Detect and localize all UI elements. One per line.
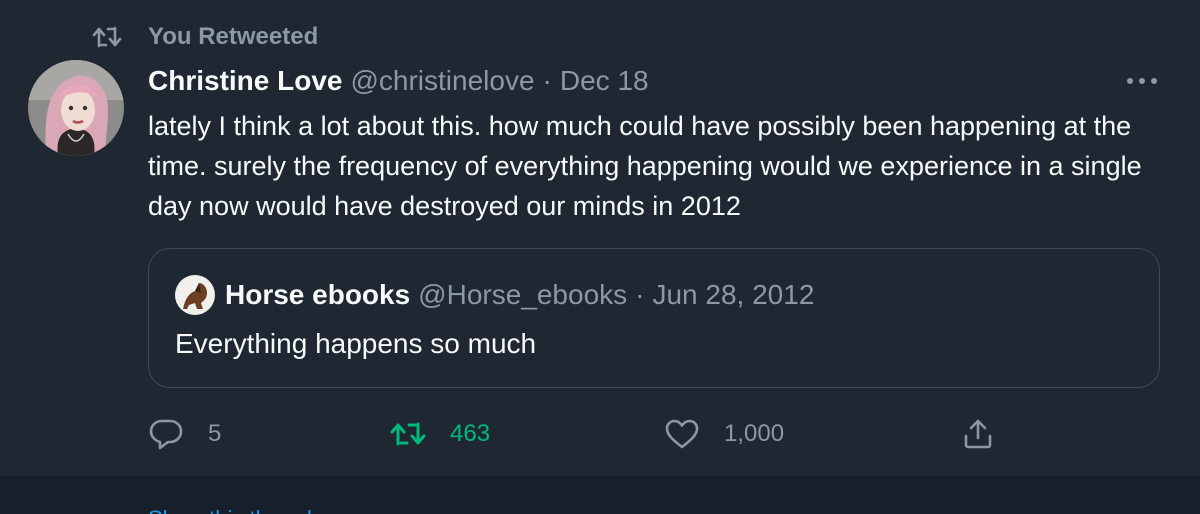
author-name[interactable]: Christine Love bbox=[148, 65, 342, 97]
timeline: You Retweeted Christine Love @christinel… bbox=[0, 0, 1200, 514]
share-button[interactable] bbox=[958, 410, 998, 458]
quoted-author-avatar[interactable] bbox=[175, 275, 215, 315]
reply-count: 5 bbox=[208, 420, 222, 447]
retweet-button[interactable]: 463 bbox=[388, 410, 490, 458]
show-thread-row: Show this thread bbox=[0, 476, 1200, 514]
like-button[interactable]: 1,000 bbox=[662, 410, 784, 458]
retweet-header: You Retweeted bbox=[90, 20, 318, 54]
quoted-author-handle[interactable]: @Horse_ebooks bbox=[418, 279, 627, 311]
tweet-text: lately I think a lot about this. how muc… bbox=[148, 111, 1142, 221]
quoted-separator-dot: · bbox=[635, 279, 645, 310]
retweet-count: 463 bbox=[450, 420, 491, 447]
tweet[interactable]: You Retweeted Christine Love @christinel… bbox=[0, 0, 1200, 476]
reply-button[interactable]: 5 bbox=[146, 410, 221, 458]
like-count: 1,000 bbox=[724, 420, 785, 447]
tweet-actions: 5 463 1,000 bbox=[0, 410, 1200, 458]
quoted-tweet-date[interactable]: Jun 28, 2012 bbox=[652, 279, 814, 311]
author-handle[interactable]: @christinelove bbox=[350, 65, 534, 97]
author-avatar[interactable] bbox=[28, 60, 124, 156]
heart-icon bbox=[662, 414, 702, 454]
separator-dot: · bbox=[542, 65, 552, 96]
tweet-header: Christine Love @christinelove · Dec 18 bbox=[148, 62, 649, 100]
retweet-label: You Retweeted bbox=[148, 23, 319, 50]
quoted-tweet-text: Everything happens so much bbox=[175, 328, 537, 359]
tweet-date[interactable]: Dec 18 bbox=[560, 65, 649, 97]
retweet-icon bbox=[388, 414, 428, 454]
quoted-tweet[interactable]: Horse ebooks @Horse_ebooks · Jun 28, 201… bbox=[148, 248, 1160, 388]
retweet-icon bbox=[90, 20, 124, 54]
show-thread-link[interactable]: Show this thread bbox=[148, 506, 312, 514]
more-options-icon[interactable] bbox=[1122, 68, 1162, 94]
quoted-tweet-header: Horse ebooks @Horse_ebooks · Jun 28, 201… bbox=[175, 275, 814, 315]
share-icon bbox=[958, 414, 998, 454]
quoted-author-name[interactable]: Horse ebooks bbox=[225, 279, 410, 311]
reply-icon bbox=[146, 414, 186, 454]
